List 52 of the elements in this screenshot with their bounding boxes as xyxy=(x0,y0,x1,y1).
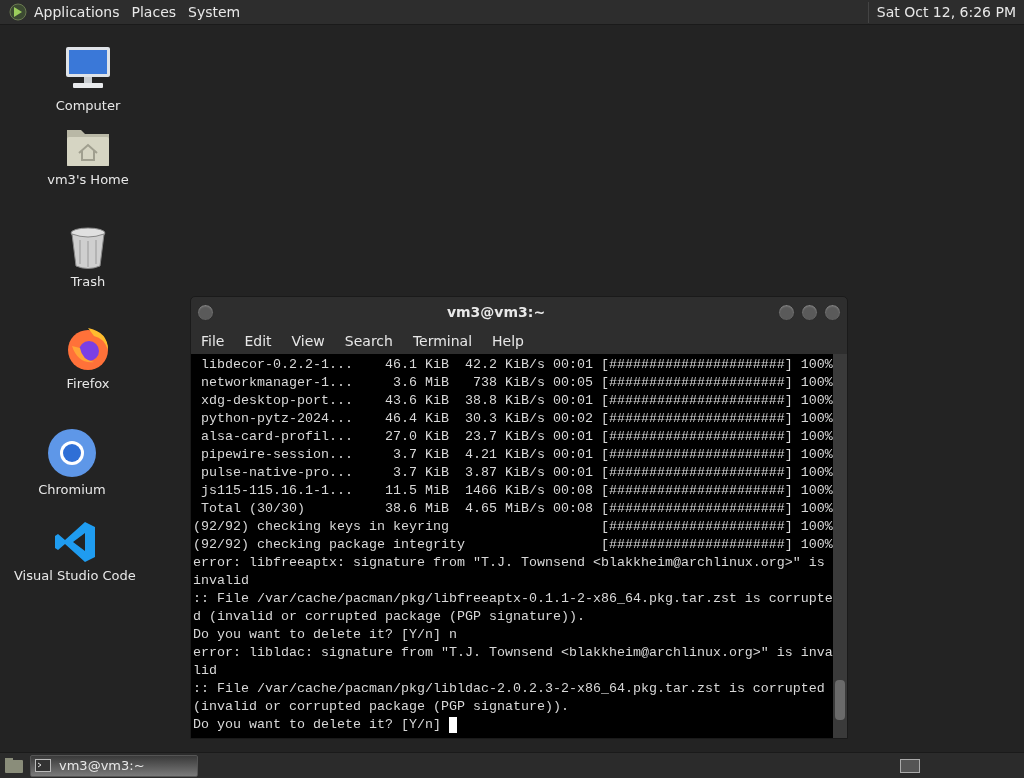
desktop-icon-label[interactable]: Chromium xyxy=(38,480,106,500)
menu-item[interactable]: Edit xyxy=(238,330,278,352)
show-desktop-icon[interactable] xyxy=(4,756,24,775)
panel-menu[interactable]: Places xyxy=(131,1,177,23)
workspace-switcher[interactable] xyxy=(900,758,920,773)
terminal-line: Do you want to delete it? [Y/n] n xyxy=(193,626,457,644)
terminal-line: (92/92) checking keys in keyring [######################] 100% xyxy=(193,518,833,536)
menu-item[interactable]: File xyxy=(195,330,231,352)
terminal-line: alsa-card-profil... 27.0 KiB 23.7 KiB/s 00:01 [######################] 100% xyxy=(200,428,833,446)
terminal-line: pipewire-session... 3.7 KiB 4.21 KiB/s 00:01 [######################] 100% xyxy=(200,446,833,464)
trash-icon xyxy=(68,226,108,270)
maximize-button[interactable] xyxy=(801,304,818,321)
window-menu-button[interactable] xyxy=(197,304,214,321)
terminal-line: js115-115.16.1-1... 11.5 MiB 1466 KiB/s 00:08 [######################] 100% xyxy=(200,482,833,500)
menu-item[interactable]: Help xyxy=(486,330,530,352)
terminal-line: :: File /var/cache/pacman/pkg/libfreeaptx-0.1.1-2-x86_64.pkg.tar.zst is corrupte xyxy=(193,590,833,608)
minimize-button[interactable] xyxy=(778,304,795,321)
terminal-line: error: libfreeaptx: signature from "T.J. Townsend <blakkheim@archlinux.org>" is xyxy=(193,554,825,572)
code-editor-icon xyxy=(52,520,97,564)
terminal-line: python-pytz-2024... 46.4 KiB 30.3 KiB/s 00:02 [######################] 100% xyxy=(200,410,833,428)
window-title: vm3@vm3:~ xyxy=(445,303,547,322)
terminal-line: networkmanager-1... 3.6 MiB 738 KiB/s 00:05 [######################] 100% xyxy=(200,374,833,392)
terminal-line: (92/92) checking package integrity [######################] 100% xyxy=(193,536,833,554)
terminal-line: xdg-desktop-port... 43.6 KiB 38.8 KiB/s 00:01 [######################] 100% xyxy=(200,392,833,410)
terminal-line: error: libldac: signature from "T.J. Townsend <blakkheim@archlinux.org>" is inva xyxy=(193,644,833,662)
terminal-line: invalid xyxy=(193,572,249,590)
desktop-icon-label[interactable]: Trash xyxy=(70,272,106,292)
taskbar-button[interactable]: vm3@vm3:~ xyxy=(30,754,198,777)
desktop-icon-label[interactable]: vm3's Home xyxy=(47,170,129,190)
panel-menu[interactable]: System xyxy=(188,1,241,23)
menu-item[interactable]: Terminal xyxy=(406,330,479,352)
desktop-icon-label[interactable]: Firefox xyxy=(66,374,110,394)
clock[interactable]: Sat Oct 12, 6:26 PM xyxy=(867,1,1016,23)
terminal-line: (invalid or corrupted package (PGP signature)). xyxy=(193,698,569,716)
terminal-line: :: File /var/cache/pacman/pkg/libldac-2.0.2.3-2-x86_64.pkg.tar.zst is corrupted xyxy=(193,680,825,698)
panel-menu[interactable]: Applications xyxy=(34,1,120,23)
terminal-line: Do you want to delete it? [Y/n] xyxy=(193,716,442,734)
text-cursor xyxy=(448,717,457,733)
menu-item[interactable]: View xyxy=(285,330,331,352)
chromium-icon xyxy=(47,428,97,478)
terminal-line: lid xyxy=(193,662,217,680)
menu-item[interactable]: Search xyxy=(338,330,399,352)
desktop-icon-label[interactable]: Visual Studio Code xyxy=(14,566,136,586)
terminal-line: Total (30/30) 38.6 MiB 4.65 MiB/s 00:08 [######################] 100% xyxy=(200,500,833,518)
terminal-line: d (invalid or corrupted package (PGP signature)). xyxy=(193,608,585,626)
desktop-icon-label[interactable]: Computer xyxy=(55,96,121,116)
scrollbar[interactable] xyxy=(833,354,847,738)
terminal-icon xyxy=(35,759,51,772)
terminal-line: libdecor-0.2.2-1... 46.1 KiB 42.2 KiB/s 00:01 [######################] 100% xyxy=(200,356,833,374)
terminal-line: pulse-native-pro... 3.7 KiB 3.87 KiB/s 00:01 [######################] 100% xyxy=(200,464,833,482)
distro-logo-icon[interactable] xyxy=(8,2,28,22)
close-button[interactable] xyxy=(824,304,841,321)
